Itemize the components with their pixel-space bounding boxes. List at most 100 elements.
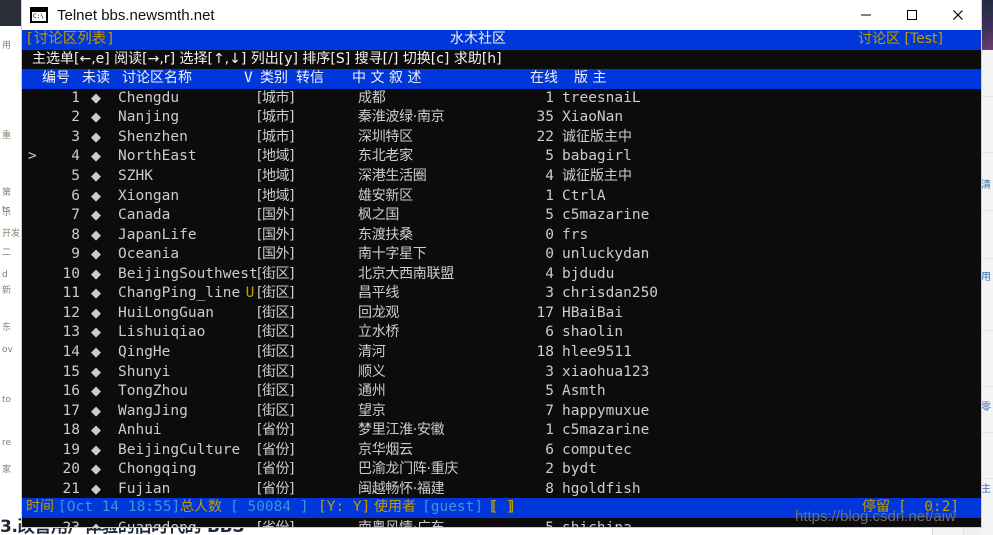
board-row[interactable]: 12 ◆ HuiLongGuan [街区] 回龙观 17 HBaiBai xyxy=(22,304,981,324)
board-row[interactable]: 11 ◆ ChangPing_line U [街区] 昌平线 3 chrisdan250 xyxy=(22,284,981,304)
board-row-desc: 秦淮波绿·南京 xyxy=(358,109,445,126)
board-row-num: 9 xyxy=(71,246,80,263)
board-row-cat: [街区] xyxy=(257,402,294,419)
board-row-name: WangJing xyxy=(118,402,188,419)
board-row[interactable]: 8 ◆ JapanLife [国外] 东渡扶桑 0 frs xyxy=(22,226,981,246)
board-row[interactable]: 7 ◆ Canada [国外] 枫之国 5 c5mazarine xyxy=(22,206,981,226)
board-row-desc: 昌平线 xyxy=(358,285,400,302)
background-fragment: 清 xyxy=(981,180,991,191)
board-row-num: 18 xyxy=(62,422,80,439)
board-row-cat: [省份] xyxy=(257,519,294,527)
board-row[interactable]: 1 ◆ Chengdu [城市] 成都 1 treesnaiL xyxy=(22,89,981,109)
terminal-screen[interactable]: [讨论区列表] 水木社区 讨论区 [Test] 主选单[←,e] 阅读[→,r]… xyxy=(22,30,981,527)
window-controls xyxy=(843,0,981,30)
board-row-cat: [地域] xyxy=(257,168,294,184)
board-row-cat: [地域] xyxy=(257,148,294,165)
column-header-number: 编号 xyxy=(42,70,70,87)
status-empty-box-2: [ ] xyxy=(490,499,517,515)
background-fragment: 主 xyxy=(981,484,991,495)
board-row-cat: [省份] xyxy=(257,422,294,439)
minimize-button[interactable] xyxy=(843,0,889,30)
board-row[interactable]: 18 ◆ Anhui [省份] 梦里江淮·安徽 1 c5mazarine xyxy=(22,421,981,441)
board-row[interactable]: 15 ◆ Shunyi [街区] 顺义 3 xiaohua123 xyxy=(22,363,981,383)
board-row[interactable]: 16 ◆ TongZhou [街区] 通州 5 Asmth xyxy=(22,382,981,402)
board-row-online: 18 xyxy=(536,343,554,360)
board-row-online: 7 xyxy=(545,402,554,419)
board-row[interactable]: 6 ◆ Xiongan [地域] 雄安新区 1 CtrlA xyxy=(22,187,981,207)
board-row-cat: [街区] xyxy=(257,265,294,282)
board-row-name: Guangdong xyxy=(118,519,197,527)
board-row-cat: [省份] xyxy=(257,480,294,497)
column-header-online: 在线 xyxy=(530,70,558,87)
board-row[interactable]: 19 ◆ BeijingCulture [省份] 京华烟云 6 computec xyxy=(22,441,981,461)
board-row[interactable]: 5 ◆ SZHK [地域] 深港生活圈 4 诚征版主中 xyxy=(22,167,981,187)
close-button[interactable] xyxy=(935,0,981,30)
board-row[interactable]: 13 ◆ Lishuiqiao [街区] 立水桥 6 shaolin xyxy=(22,323,981,343)
status-user-label: 使用者 xyxy=(374,499,416,515)
board-row-desc: 清河 xyxy=(358,343,386,360)
board-row-master: hlee9511 xyxy=(562,343,632,360)
column-header-board-name: 讨论区名称 xyxy=(122,70,192,87)
board-row-mark: ◆ xyxy=(91,227,101,243)
board-row[interactable]: 17 ◆ WangJing [街区] 望京 7 happymuxue xyxy=(22,402,981,422)
board-row-name: Canada xyxy=(118,207,171,224)
board-row-name: Anhui xyxy=(118,422,162,439)
board-row-online: 6 xyxy=(545,441,554,458)
board-row-cat: [省份] xyxy=(257,441,294,458)
board-row-name: Lishuiqiao xyxy=(118,324,206,341)
board-row-master: babagirl xyxy=(562,148,632,165)
board-row-online: 0 xyxy=(545,246,554,263)
board-row-name: ChangPing_line xyxy=(118,285,241,302)
board-row[interactable]: 20 ◆ Chongqing [省份] 巴渝龙门阵·重庆 2 bydt xyxy=(22,460,981,480)
telnet-window: Telnet bbs.newsmth.net [讨论区列表] 水木社区 讨论区 … xyxy=(22,0,981,527)
board-row-master: HBaiBai xyxy=(562,304,624,321)
background-fragment: 用 xyxy=(2,41,12,51)
window-titlebar[interactable]: Telnet bbs.newsmth.net xyxy=(22,0,981,30)
board-row-num: 13 xyxy=(62,324,80,341)
board-row-num: 1 xyxy=(71,89,80,106)
board-row-mark: ◆ xyxy=(91,208,101,224)
board-row-mark: ◆ xyxy=(91,462,101,478)
header-right-title: 讨论区 [Test] xyxy=(858,31,943,47)
background-fragment: 二 xyxy=(2,248,12,258)
board-row[interactable]: 21 ◆ Fujian [省份] 闽越畅怀·福建 8 hgoldfish xyxy=(22,480,981,500)
board-row-cat: [街区] xyxy=(257,304,294,321)
column-header-description: 中 文 叙 述 xyxy=(352,70,422,87)
board-row-online: 35 xyxy=(536,109,554,126)
terminal-menu-bar[interactable]: 主选单[←,e] 阅读[→,r] 选择[↑,↓] 列出[y] 排序[S] 搜寻[… xyxy=(22,49,981,70)
board-row-online: 4 xyxy=(545,265,554,282)
board-row-mark: ◆ xyxy=(88,519,104,527)
board-row-num: 11 xyxy=(62,285,80,302)
board-row[interactable]: 4 ◆ NorthEast [地域] 东北老家 5 babagirl xyxy=(22,147,981,167)
board-row[interactable]: 3 ◆ Shenzhen [城市] 深圳特区 22 诚征版主中 xyxy=(22,128,981,148)
board-row-name: Chengdu xyxy=(118,89,180,106)
board-row[interactable]: 2 ◆ Nanjing [城市] 秦淮波绿·南京 35 XiaoNan xyxy=(22,108,981,128)
board-row-name: QingHe xyxy=(118,343,171,360)
board-row-desc: 深港生活圈 xyxy=(358,168,427,184)
status-time-value: [Oct 14 18:55] xyxy=(58,499,181,515)
board-row-name: NorthEast xyxy=(118,148,197,165)
board-row-master: bjdudu xyxy=(562,265,615,282)
board-row-num: 19 xyxy=(62,441,80,458)
board-row-num: 2 xyxy=(71,109,80,126)
board-row[interactable]: 9 ◆ Oceania [国外] 南十字星下 0 unluckydan xyxy=(22,245,981,265)
board-row-name: Chongqing xyxy=(118,461,197,478)
board-row-num: 10 xyxy=(62,265,80,282)
board-row-desc: 东北老家 xyxy=(358,148,413,165)
board-row-mark: ◆ xyxy=(91,247,101,263)
board-row-name: Fujian xyxy=(118,480,171,497)
background-browser-tabbar xyxy=(0,0,22,26)
board-row-mark: ◆ xyxy=(91,344,101,360)
maximize-button[interactable] xyxy=(889,0,935,30)
board-row-desc: 巴渝龙门阵·重庆 xyxy=(358,461,459,478)
background-fragment: 零 xyxy=(981,402,991,413)
board-row-master: CtrlA xyxy=(562,187,606,204)
board-row-online: 6 xyxy=(545,324,554,341)
board-row[interactable]: 10 ◆ BeijingSouthwest [街区] 北京大西南联盟 4 bjdudu xyxy=(22,265,981,285)
status-user-value: [guest] xyxy=(422,499,484,515)
board-row-desc: 深圳特区 xyxy=(358,128,413,145)
board-row-cat: [街区] xyxy=(257,324,294,341)
board-row-online: 2 xyxy=(545,461,554,478)
board-row[interactable]: 14 ◆ QingHe [街区] 清河 18 hlee9511 xyxy=(22,343,981,363)
board-row-cat: [街区] xyxy=(257,285,294,302)
